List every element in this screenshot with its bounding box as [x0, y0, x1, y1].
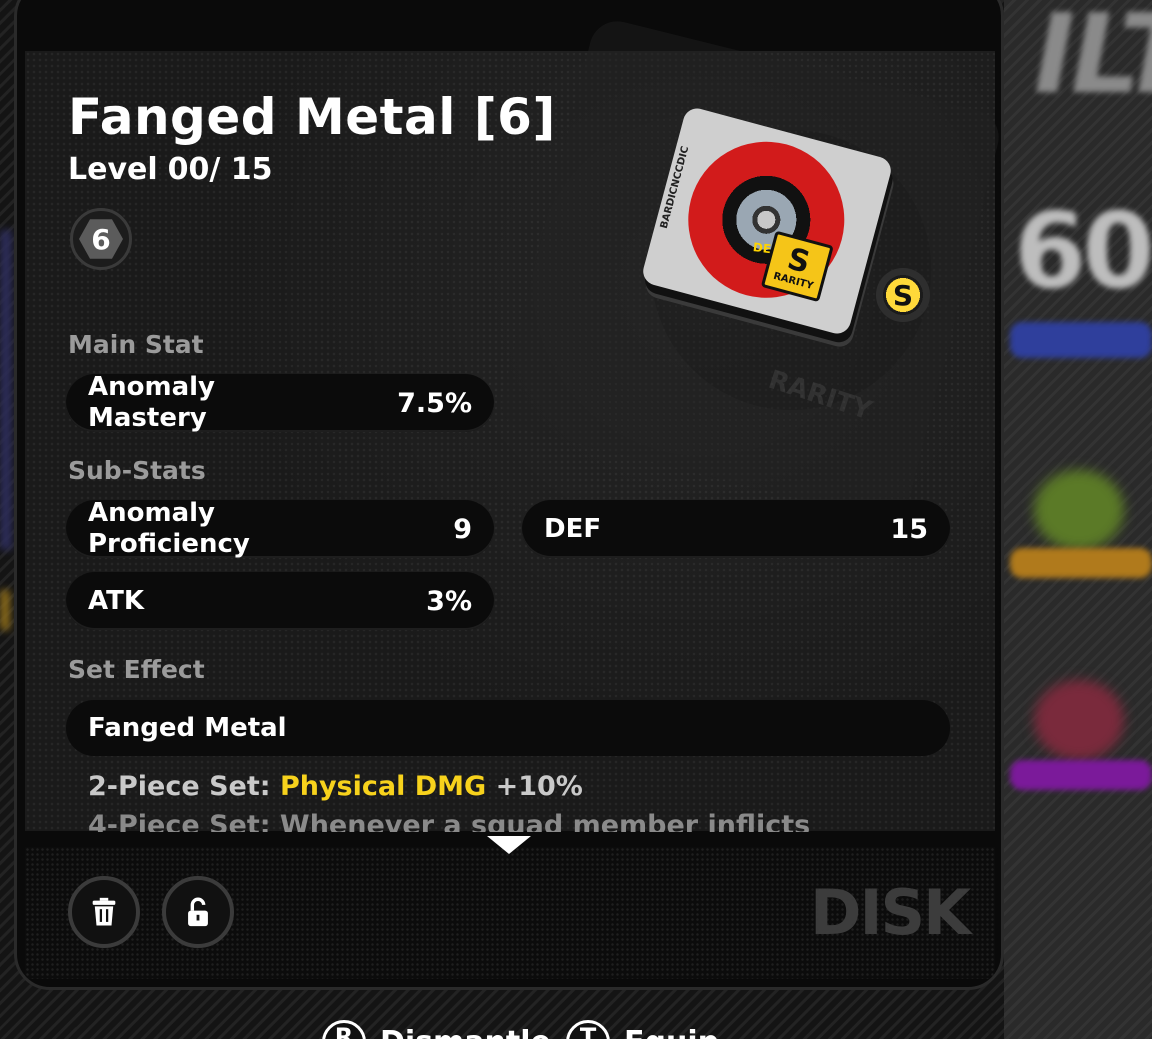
background-bar [1010, 322, 1152, 358]
rank-s-icon: S [876, 268, 930, 322]
stat-name: Anomaly Proficiency [88, 498, 250, 559]
slot-number: 6 [79, 219, 123, 259]
set-name-row: Fanged Metal [66, 700, 950, 756]
hint-label: Dismantle [380, 1025, 551, 1039]
stat-value: 7.5% [397, 387, 472, 419]
dismantle-hint[interactable]: R Dismantle [322, 1020, 551, 1039]
stat-value: 3% [426, 585, 472, 617]
background-character-list: ILT 60 [1004, 0, 1152, 1039]
main-stat-heading: Main Stat [68, 330, 204, 359]
background-bar [1010, 548, 1152, 578]
stat-name: Anomaly Mastery [88, 372, 215, 433]
four-piece-effect: 4-Piece Set: Whenever a squad member inf… [88, 810, 811, 832]
main-stat-row: Anomaly Mastery 7.5% [66, 372, 494, 433]
disc-title: Fanged Metal [6] [68, 88, 556, 146]
hint-label: Equip [624, 1025, 719, 1039]
stat-name: DEF [544, 513, 602, 544]
background-disc-thumbnail [1034, 680, 1124, 760]
category-watermark: DISK [810, 876, 971, 949]
background-disc-thumbnail [1034, 470, 1124, 550]
key-r: R [322, 1020, 366, 1039]
disc-level: Level 00/ 15 [68, 152, 273, 187]
sub-stat-row: DEF 15 [522, 500, 950, 558]
delete-button[interactable] [68, 876, 140, 948]
two-piece-effect: 2-Piece Set: Physical DMG +10% [88, 771, 583, 802]
stat-value: 15 [890, 513, 928, 545]
sub-stat-row: Anomaly Proficiency 9 [66, 498, 494, 559]
background-glow [0, 590, 10, 630]
background-text: 60 [1014, 190, 1152, 312]
two-piece-prefix: 2-Piece Set: [88, 771, 280, 802]
two-piece-suffix: +10% [486, 771, 583, 802]
slot-badge: 6 [70, 208, 132, 270]
lock-toggle-button[interactable] [162, 876, 234, 948]
key-t: T [566, 1020, 610, 1039]
chevron-down-icon[interactable] [487, 836, 531, 854]
stat-value: 9 [453, 513, 472, 545]
equip-hint[interactable]: T Equip [566, 1020, 719, 1039]
set-effect-heading: Set Effect [68, 655, 205, 684]
level-value: 00/ 15 [167, 152, 273, 187]
sub-stats-heading: Sub-Stats [68, 456, 206, 485]
trash-icon [92, 897, 116, 926]
set-name: Fanged Metal [88, 713, 287, 743]
background-bar [1010, 760, 1152, 790]
stat-name: ATK [88, 585, 144, 616]
unlock-icon [188, 897, 208, 927]
level-label: Level [68, 152, 158, 187]
background-text: ILT [1034, 0, 1152, 118]
background-glow [0, 230, 12, 550]
sub-stat-row: ATK 3% [66, 572, 494, 630]
two-piece-highlight: Physical DMG [279, 771, 487, 802]
